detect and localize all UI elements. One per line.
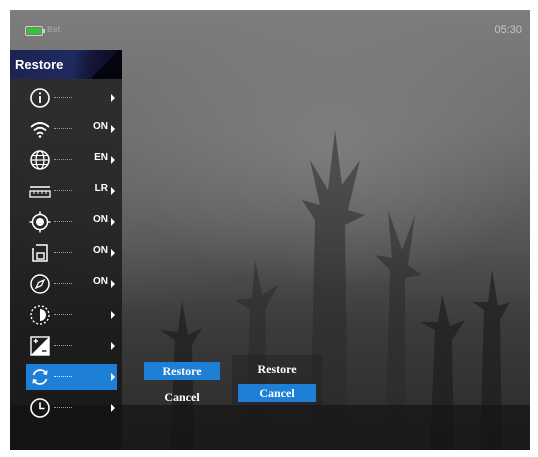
chevron-right-icon bbox=[111, 373, 115, 381]
restore-refresh-icon bbox=[32, 369, 48, 385]
restore-button[interactable]: Restore bbox=[144, 362, 220, 380]
chevron-right-icon bbox=[111, 94, 115, 102]
contrast-icon bbox=[30, 336, 50, 356]
compass-icon bbox=[30, 274, 50, 294]
target-icon bbox=[29, 211, 51, 233]
menu-item-value: ON bbox=[93, 276, 108, 287]
menu-item-contrast[interactable] bbox=[26, 333, 117, 359]
menu-item-clock[interactable] bbox=[26, 395, 117, 421]
menu-title: Restore bbox=[15, 57, 64, 72]
menu-item-units[interactable]: LR bbox=[26, 178, 117, 204]
menu-item-brightness[interactable] bbox=[26, 302, 117, 328]
menu-item-value: ON bbox=[93, 245, 108, 256]
menu-item-value: ON bbox=[93, 214, 108, 225]
chevron-right-icon bbox=[111, 404, 115, 412]
cancel-button[interactable]: Cancel bbox=[144, 388, 220, 406]
wifi-icon bbox=[30, 122, 50, 138]
menu-item-reticle[interactable]: ON bbox=[26, 209, 117, 235]
menu-item-wifi[interactable]: ON bbox=[26, 116, 117, 142]
clock-icon bbox=[30, 398, 50, 418]
chevron-right-icon bbox=[111, 249, 115, 257]
ruler-icon bbox=[29, 186, 51, 198]
restore-button-alt[interactable]: Restore bbox=[238, 360, 316, 378]
menu-item-info[interactable] bbox=[26, 85, 117, 111]
chevron-right-icon bbox=[111, 187, 115, 195]
half-circle-brightness-icon bbox=[30, 305, 50, 325]
menu-item-value: LR bbox=[94, 183, 108, 194]
menu-item-language[interactable]: EN bbox=[26, 147, 117, 173]
chevron-right-icon bbox=[111, 125, 115, 133]
settings-menu: Restore ON EN LR ON ON ON bbox=[10, 50, 122, 450]
battery-icon bbox=[25, 26, 45, 36]
menu-item-restore[interactable] bbox=[26, 364, 117, 390]
cancel-button-alt[interactable]: Cancel bbox=[238, 384, 316, 402]
language-globe-icon bbox=[30, 150, 50, 170]
menu-item-compass[interactable]: ON bbox=[26, 271, 117, 297]
menu-item-pip[interactable]: ON bbox=[26, 240, 117, 266]
device-screen: Bat 05:30 Restore ON EN LR ON ON ON Rest… bbox=[10, 10, 530, 450]
menu-item-value: EN bbox=[94, 152, 108, 163]
menu-item-value: ON bbox=[93, 121, 108, 132]
status-bar: Bat 05:30 bbox=[10, 10, 530, 46]
battery-label: Bat bbox=[47, 25, 61, 34]
chevron-right-icon bbox=[111, 342, 115, 350]
chevron-right-icon bbox=[111, 218, 115, 226]
clock-time: 05:30 bbox=[494, 24, 522, 36]
chevron-right-icon bbox=[111, 311, 115, 319]
info-icon bbox=[30, 88, 50, 108]
picture-in-picture-icon bbox=[32, 244, 48, 262]
chevron-right-icon bbox=[111, 280, 115, 288]
menu-header: Restore bbox=[10, 50, 122, 79]
chevron-right-icon bbox=[111, 156, 115, 164]
